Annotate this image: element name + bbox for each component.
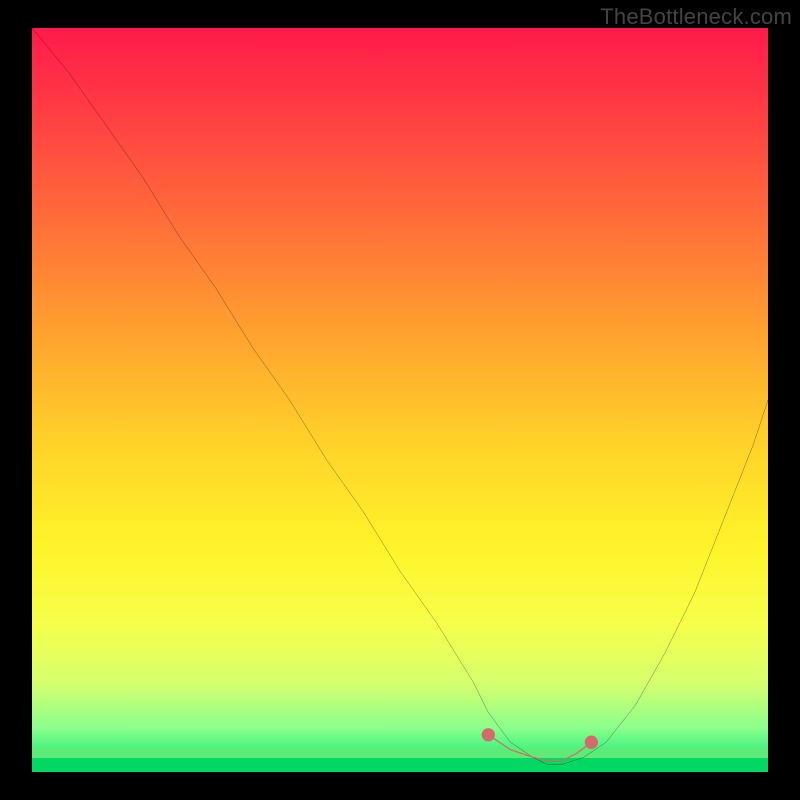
chart-frame: TheBottleneck.com	[0, 0, 800, 800]
watermark-text: TheBottleneck.com	[600, 4, 792, 30]
plot-area	[32, 28, 768, 772]
optimal-marker	[32, 28, 768, 772]
